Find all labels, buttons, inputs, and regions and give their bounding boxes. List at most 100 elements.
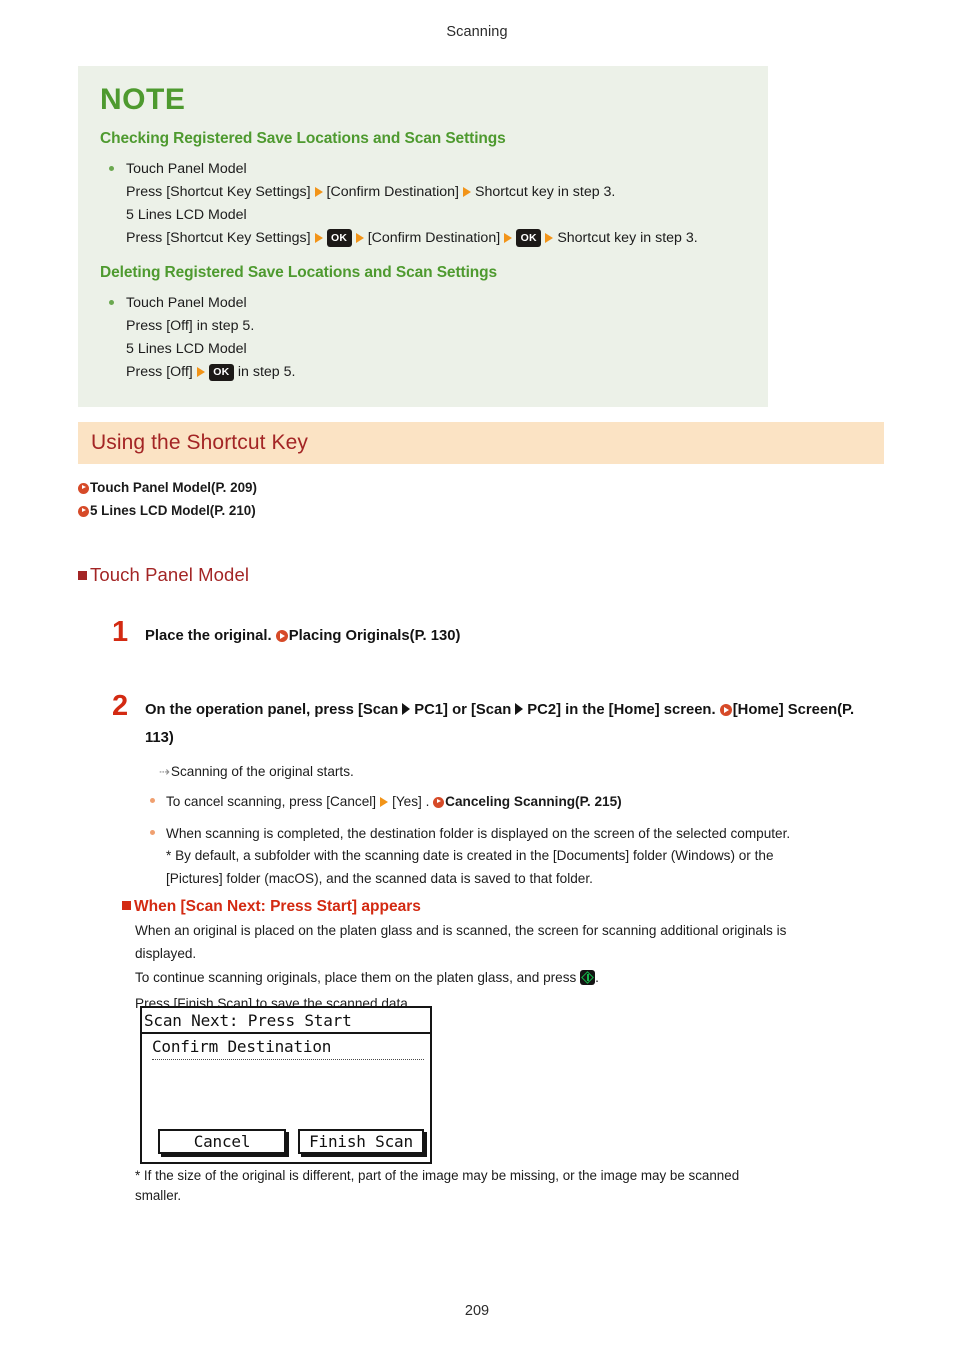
ok-key-icon: OK — [208, 363, 234, 382]
link-arrow-icon — [719, 703, 732, 716]
text-line: [Pictures] folder (macOS), and the scann… — [166, 870, 593, 886]
link-arrow-icon — [78, 505, 89, 517]
note-deleting-model-a-line: Press [Off] in step 5. — [126, 318, 255, 335]
bullet-dot-icon — [109, 165, 114, 171]
step-body: On the operation panel, press [Scan PC1] … — [145, 696, 882, 890]
bullet-dot-icon — [109, 300, 114, 306]
document-page: Scanning NOTE Checking Registered Save L… — [0, 0, 954, 1350]
toc-link-touch-panel-model[interactable]: Touch Panel Model(P. 209) — [78, 476, 257, 499]
step-body: Place the original. Placing Originals(P.… — [145, 622, 882, 650]
note-deleting-model-b-line: Press [Off] OK in step 5. — [126, 361, 746, 384]
text-fragment: Press [Off] — [126, 364, 193, 381]
scan-next-appears-text: When an original is placed on the platen… — [135, 920, 882, 1015]
right-arrow-icon — [196, 367, 205, 378]
note-checking-model-b-label: 5 Lines LCD Model — [126, 206, 247, 223]
right-arrow-icon — [504, 232, 513, 243]
right-arrow-icon — [355, 232, 364, 243]
text-fragment: [Confirm Destination] — [367, 229, 501, 246]
note-deleting-block: Touch Panel Model Press [Off] in step 5.… — [100, 292, 746, 385]
right-arrow-icon — [380, 797, 389, 808]
step-title: On the operation panel, press [Scan PC1] … — [145, 696, 882, 752]
step-title-text: On the operation panel, press [Scan — [145, 702, 399, 718]
page-number: 209 — [464, 1303, 490, 1319]
subsection-heading-label: Touch Panel Model — [90, 564, 250, 585]
footnote: * If the size of the original is differe… — [135, 1166, 875, 1206]
text-fragment: in step 5. — [237, 364, 296, 381]
step-2: 2 On the operation panel, press [Scan PC1… — [112, 692, 882, 899]
lcd-menu-item-confirm-destination[interactable]: Confirm Destination — [152, 1037, 424, 1060]
right-arrow-icon — [515, 703, 524, 715]
toc-link-label: Touch Panel Model(P. 209) — [90, 480, 257, 495]
text-fragment: To cancel scanning, press [Cancel] — [166, 794, 377, 810]
section-banner-title: Using the Shortcut Key — [91, 431, 308, 454]
text-line-with-start-key: To continue scanning originals, place th… — [135, 967, 882, 988]
result-arrow-icon: ⇢ — [159, 764, 170, 780]
step-title-text: PC2] in the [Home] screen. — [527, 702, 716, 718]
ok-key-icon: OK — [516, 229, 542, 247]
lcd-cancel-button[interactable]: Cancel — [158, 1129, 286, 1154]
note-section-heading-checking: Checking Registered Save Locations and S… — [100, 129, 506, 147]
step-title-text: PC1] or [Scan — [414, 702, 512, 718]
step-title-text: Place the original. — [145, 628, 272, 644]
step-bullet-list: To cancel scanning, press [Cancel] [Yes] … — [145, 791, 882, 890]
text-line: smaller. — [135, 1188, 182, 1204]
text-fragment: Press [Shortcut Key Settings] — [126, 183, 311, 200]
ok-key-icon: OK — [326, 229, 352, 247]
note-checking-model-a-line: Press [Shortcut Key Settings] [Confirm De… — [126, 181, 746, 204]
text-fragment: [Confirm Destination] — [326, 183, 459, 200]
start-key-icon — [580, 969, 596, 985]
link-arrow-icon — [433, 796, 445, 808]
note-deleting-model-b-label: 5 Lines LCD Model — [126, 341, 247, 358]
right-arrow-icon — [545, 232, 554, 243]
square-bullet-icon — [78, 571, 87, 580]
section-banner: Using the Shortcut Key — [78, 422, 884, 464]
step-number: 2 — [112, 690, 129, 722]
step-link-label[interactable]: Placing Originals(P. 130) — [289, 628, 461, 644]
note-checking-block: Touch Panel Model Press [Shortcut Key Se… — [100, 158, 746, 251]
toc-link-5-lines-lcd-model[interactable]: 5 Lines LCD Model(P. 210) — [78, 499, 257, 522]
note-checking-model-b-line: Press [Shortcut Key Settings] OK [Confirm … — [126, 227, 746, 250]
step-bullet-completed: When scanning is completed, the destinat… — [145, 823, 882, 891]
note-title: NOTE — [100, 83, 186, 116]
note-callout-box: NOTE Checking Registered Save Locations … — [78, 66, 768, 407]
text-line: When an original is placed on the platen… — [135, 923, 787, 938]
subsection-heading-touch-panel-model: Touch Panel Model — [78, 564, 249, 586]
text-line: * By default, a subfolder with the scann… — [166, 848, 774, 864]
right-arrow-icon — [314, 232, 323, 243]
step-bullet-link-label[interactable]: Canceling Scanning(P. 215) — [445, 794, 622, 809]
text-fragment: Shortcut key in step 3. — [557, 229, 698, 246]
step-result-note: ⇢ Scanning of the original starts. — [159, 761, 882, 783]
step-result-text: Scanning of the original starts. — [170, 764, 354, 780]
toc-link-label: 5 Lines LCD Model(P. 210) — [90, 503, 256, 519]
step-1: 1 Place the original. Placing Originals(… — [112, 618, 882, 650]
text-fragment: [Yes] . — [392, 794, 430, 810]
step-bullet-cancel: To cancel scanning, press [Cancel] [Yes] … — [145, 791, 882, 814]
right-arrow-icon — [463, 186, 471, 197]
link-arrow-icon — [78, 482, 89, 494]
text-fragment: Press [Shortcut Key Settings] — [126, 229, 311, 246]
text-fragment: Shortcut key in step 3. — [475, 183, 616, 200]
lcd-title-bar: Scan Next: Press Start — [142, 1008, 430, 1034]
text-line: * If the size of the original is differe… — [135, 1168, 740, 1183]
scan-next-appears-block: When [Scan Next: Press Start] appears Wh… — [122, 898, 882, 1017]
square-bullet-icon — [122, 901, 131, 910]
section-toc: Touch Panel Model(P. 209) 5 Lines LCD Mo… — [78, 476, 257, 522]
running-head: Scanning — [446, 24, 508, 40]
text-fragment: . — [595, 969, 599, 985]
right-arrow-icon — [402, 703, 411, 715]
link-arrow-icon — [275, 629, 288, 642]
bullet-dot-icon — [150, 798, 155, 804]
note-checking-model-a-label: Touch Panel Model — [126, 160, 247, 177]
right-arrow-icon — [314, 186, 323, 197]
scan-next-appears-heading-label: When [Scan Next: Press Start] appears — [134, 898, 421, 915]
lcd-finish-scan-button[interactable]: Finish Scan — [298, 1129, 424, 1154]
text-line: When scanning is completed, the destinat… — [166, 825, 791, 841]
step-title: Place the original. Placing Originals(P.… — [145, 622, 882, 650]
lcd-screen-mockup: Scan Next: Press Start Confirm Destinati… — [140, 1006, 432, 1164]
bullet-dot-icon — [150, 829, 155, 835]
scan-next-appears-heading: When [Scan Next: Press Start] appears — [122, 898, 882, 916]
step-number: 1 — [112, 616, 129, 648]
note-section-heading-deleting: Deleting Registered Save Locations and S… — [100, 264, 498, 282]
note-deleting-model-a-label: Touch Panel Model — [126, 295, 247, 312]
text-fragment: To continue scanning originals, place th… — [135, 969, 577, 985]
